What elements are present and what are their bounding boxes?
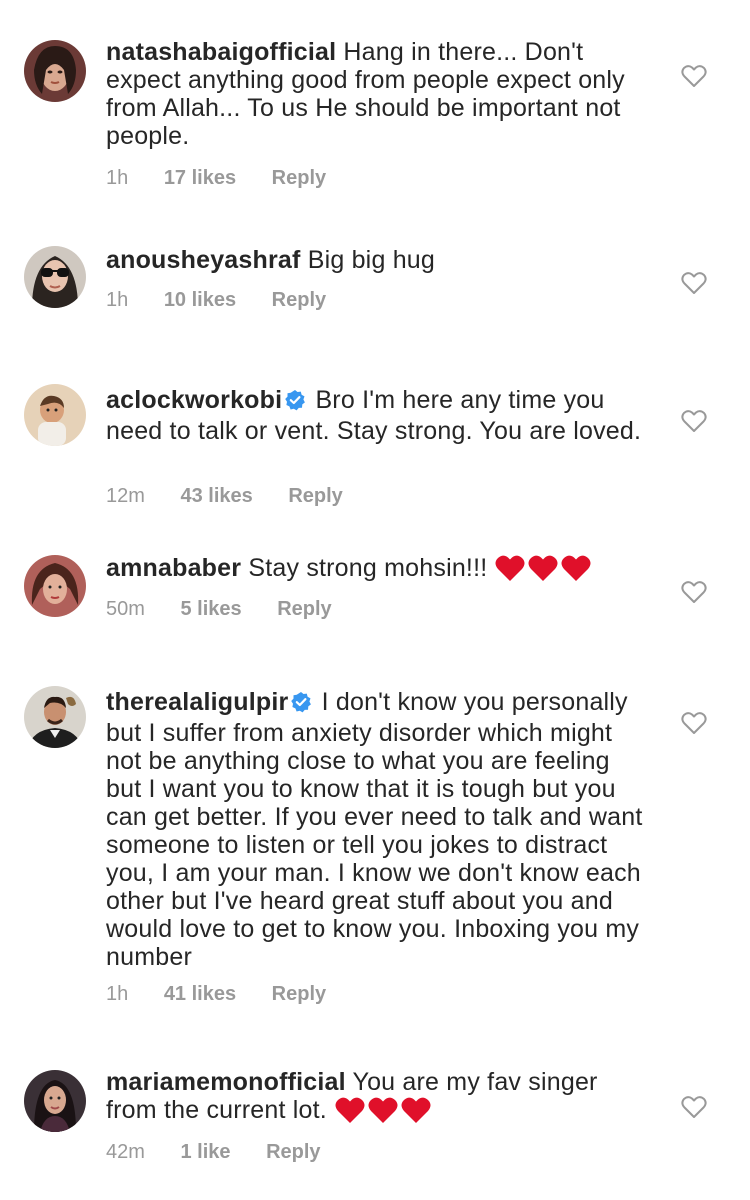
heart-outline-icon[interactable]: [681, 64, 707, 88]
likes-count[interactable]: 5 likes: [180, 598, 241, 620]
emoji: [335, 1096, 434, 1130]
username[interactable]: therealaligulpir: [106, 688, 288, 716]
reply-button[interactable]: Reply: [272, 983, 326, 1005]
comment-meta: 42m 1 like Reply: [106, 1141, 351, 1164]
heart-outline-icon[interactable]: [681, 409, 707, 433]
heart-outline-icon[interactable]: [681, 580, 707, 604]
avatar[interactable]: [24, 246, 86, 308]
username[interactable]: anousheyashraf: [106, 246, 301, 274]
red-heart-emoji-icon: [528, 555, 558, 581]
comment-meta: 1h 41 likes Reply: [106, 983, 356, 1006]
heart-outline-icon[interactable]: [681, 271, 707, 295]
timestamp: 1h: [106, 289, 129, 311]
emoji: [495, 554, 594, 588]
avatar[interactable]: [24, 1070, 86, 1132]
timestamp: 50m: [106, 598, 145, 620]
username[interactable]: mariamemonofficial: [106, 1068, 346, 1096]
red-heart-emoji-icon: [495, 555, 525, 581]
avatar[interactable]: [24, 555, 86, 617]
reply-button[interactable]: Reply: [272, 167, 326, 189]
username[interactable]: amnababer: [106, 554, 241, 582]
reply-button[interactable]: Reply: [277, 598, 331, 620]
comment-text: I don't know you personally but I suffer…: [106, 688, 643, 971]
likes-count[interactable]: 1 like: [180, 1141, 230, 1163]
likes-count[interactable]: 10 likes: [164, 289, 236, 311]
reply-button[interactable]: Reply: [272, 289, 326, 311]
comment-meta: 12m 43 likes Reply: [106, 485, 373, 508]
reply-button[interactable]: Reply: [288, 485, 342, 507]
verified-badge-icon: [284, 389, 306, 417]
heart-outline-icon[interactable]: [681, 1095, 707, 1119]
comment-body: aclockworkobi Bro I'm here any time you …: [106, 386, 646, 445]
reply-button[interactable]: Reply: [266, 1141, 320, 1163]
timestamp: 1h: [106, 167, 129, 189]
comment-body: mariamemonofficial You are my fav singer…: [106, 1068, 646, 1130]
comment-meta: 50m 5 likes Reply: [106, 598, 362, 621]
red-heart-emoji-icon: [401, 1097, 431, 1123]
timestamp: 12m: [106, 485, 145, 507]
comment-meta: 1h 10 likes Reply: [106, 289, 356, 312]
heart-outline-icon[interactable]: [681, 711, 707, 735]
comment-body: natashabaigofficial Hang in there... Don…: [106, 38, 646, 150]
avatar[interactable]: [24, 686, 86, 748]
comment-body: anousheyashraf Big big hug: [106, 246, 646, 274]
comment-text: Stay strong mohsin!!!: [248, 554, 488, 582]
red-heart-emoji-icon: [335, 1097, 365, 1123]
verified-badge-icon: [290, 691, 312, 719]
likes-count[interactable]: 41 likes: [164, 983, 236, 1005]
likes-count[interactable]: 17 likes: [164, 167, 236, 189]
likes-count[interactable]: 43 likes: [180, 485, 252, 507]
avatar[interactable]: [24, 40, 86, 102]
timestamp: 42m: [106, 1141, 145, 1163]
username[interactable]: aclockworkobi: [106, 386, 282, 414]
comment-meta: 1h 17 likes Reply: [106, 167, 356, 190]
avatar[interactable]: [24, 384, 86, 446]
timestamp: 1h: [106, 983, 129, 1005]
red-heart-emoji-icon: [368, 1097, 398, 1123]
comment-text: Big big hug: [307, 246, 436, 274]
comment-body: amnababer Stay strong mohsin!!!: [106, 554, 646, 588]
red-heart-emoji-icon: [561, 555, 591, 581]
username[interactable]: natashabaigofficial: [106, 38, 336, 66]
comment-body: therealaligulpir I don't know you person…: [106, 688, 646, 971]
